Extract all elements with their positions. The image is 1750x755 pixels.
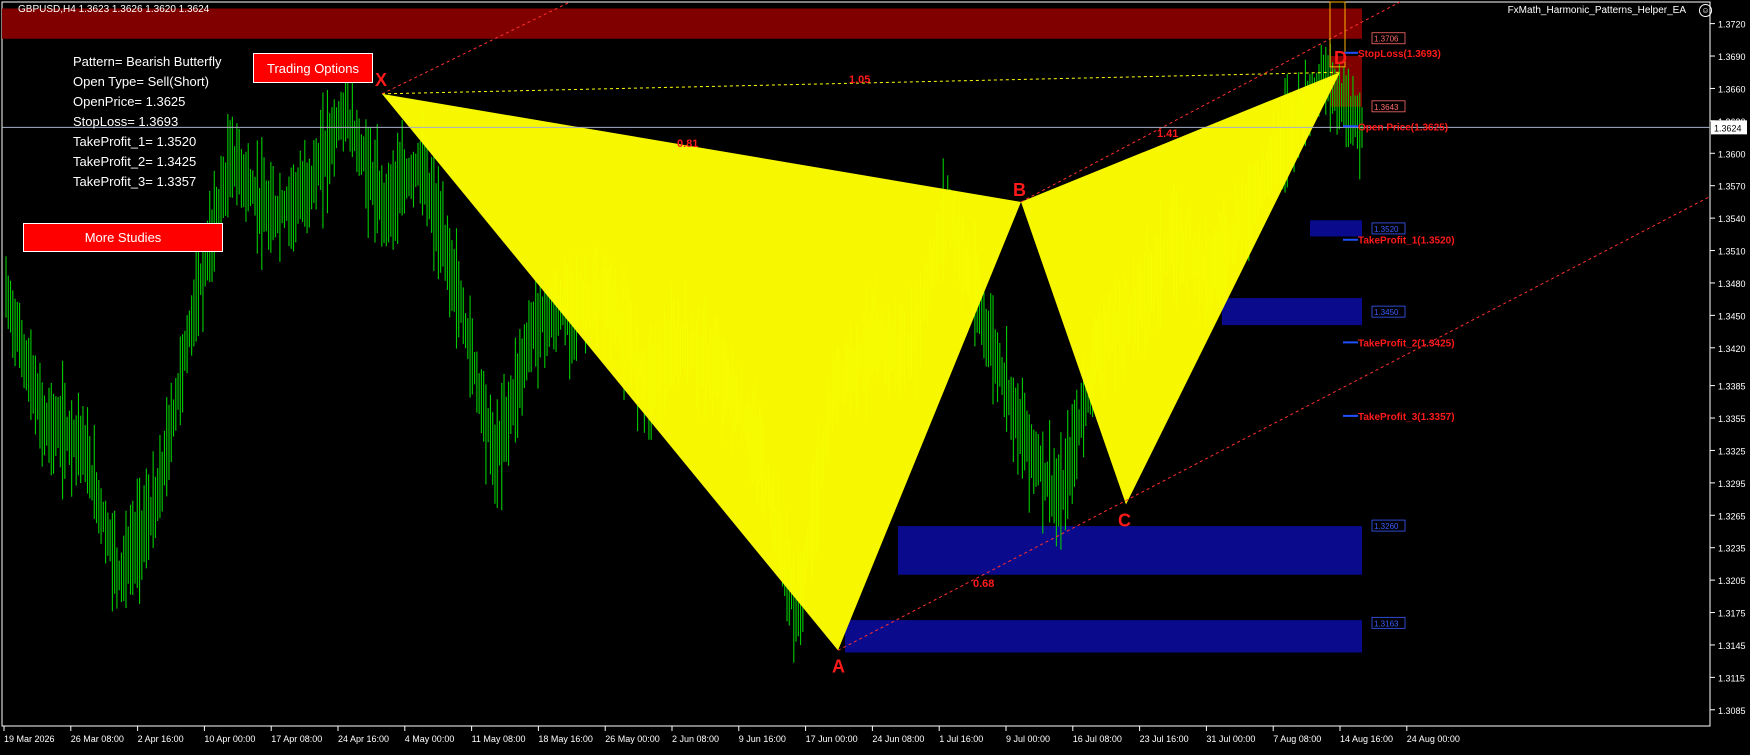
pattern-point-b: B	[1013, 180, 1026, 200]
y-tick-label: 1.3145	[1718, 641, 1746, 651]
x-tick-label: 2 Apr 16:00	[138, 734, 184, 744]
level-label: StopLoss(1.3693)	[1358, 49, 1441, 60]
ratio-label: 1.41	[1157, 128, 1178, 140]
x-tick-label: 2 Jun 08:00	[672, 734, 719, 744]
open-price: OpenPrice= 1.3625	[73, 94, 186, 109]
y-tick-label: 1.3235	[1718, 544, 1746, 554]
level-label: TakeProfit_3(1.3357)	[1358, 412, 1455, 423]
pattern-info-panel: Pattern= Bearish Butterfly Open Type= Se…	[73, 52, 222, 192]
open-type: Open Type= Sell(Short)	[73, 74, 209, 89]
take-profit-3: TakeProfit_3= 1.3357	[73, 174, 197, 189]
level-label: TakeProfit_2(1.3425)	[1358, 338, 1455, 349]
x-tick-label: 10 Apr 00:00	[204, 734, 255, 744]
x-tick-label: 18 May 16:00	[538, 734, 593, 744]
y-tick-label: 1.3630	[1718, 117, 1746, 127]
x-tick-label: 31 Jul 00:00	[1206, 734, 1255, 744]
y-tick-label: 1.3510	[1718, 247, 1746, 257]
x-tick-label: 23 Jul 16:00	[1140, 734, 1189, 744]
x-tick-label: 24 Aug 00:00	[1407, 734, 1460, 744]
pattern-point-a: A	[832, 656, 845, 676]
x-tick-label: 7 Aug 08:00	[1273, 734, 1321, 744]
x-tick-label: 9 Jul 00:00	[1006, 734, 1050, 744]
zone-price-tag: 1.3643	[1374, 103, 1399, 112]
zone-price-tag: 1.3260	[1374, 522, 1399, 531]
y-tick-label: 1.3690	[1718, 52, 1746, 62]
y-tick-label: 1.3540	[1718, 214, 1746, 224]
smiley-icon[interactable]: ☺	[1699, 4, 1712, 17]
y-tick-label: 1.3115	[1718, 673, 1745, 683]
y-tick-label: 1.3420	[1718, 344, 1746, 354]
ratio-label: 0.68	[973, 578, 994, 590]
target-zone	[1310, 220, 1362, 237]
y-tick-label: 1.3720	[1718, 20, 1746, 30]
x-tick-label: 17 Apr 08:00	[271, 734, 322, 744]
y-tick-label: 1.3355	[1718, 414, 1746, 424]
x-tick-label: 24 Apr 16:00	[338, 734, 389, 744]
x-tick-label: 26 Mar 08:00	[71, 734, 124, 744]
target-zone	[898, 526, 1362, 575]
zone-price-tag: 1.3163	[1374, 619, 1399, 628]
y-tick-label: 1.3295	[1718, 479, 1746, 489]
pattern-point-x: X	[375, 70, 387, 90]
x-tick-label: 11 May 08:00	[472, 734, 526, 744]
level-label: Open Price(1.3625)	[1358, 122, 1448, 133]
zone-price-tag: 1.3706	[1374, 35, 1399, 44]
price-chart[interactable]: 1.3706 1.3643 1.3520 1.3450 1.3260 1.3163 1.3…	[0, 0, 1750, 750]
x-tick-label: 9 Jun 16:00	[739, 734, 786, 744]
ea-name: FxMath_Harmonic_Patterns_Helper_EA	[1507, 5, 1686, 16]
y-tick-label: 1.3450	[1718, 311, 1746, 321]
y-tick-label: 1.3480	[1718, 279, 1746, 289]
x-tick-label: 16 Jul 08:00	[1073, 734, 1122, 744]
x-tick-label: 1 Jul 16:00	[939, 734, 983, 744]
target-zone	[845, 620, 1362, 653]
chart-root: 1.3706 1.3643 1.3520 1.3450 1.3260 1.3163 1.3…	[0, 0, 1750, 750]
take-profit-1: TakeProfit_1= 1.3520	[73, 134, 197, 149]
x-tick-label: 17 Jun 00:00	[806, 734, 858, 744]
y-tick-label: 1.3600	[1718, 149, 1746, 159]
trading-options-button[interactable]: Trading Options	[253, 53, 373, 83]
x-tick-label: 26 May 00:00	[605, 734, 660, 744]
pattern-point-d: D	[1334, 48, 1347, 68]
target-zone	[1222, 298, 1362, 326]
zone-price-tag: 1.3450	[1374, 308, 1399, 317]
x-tick-label: 19 Mar 2026	[4, 734, 55, 744]
x-axis: 19 Mar 2026 26 Mar 08:00 2 Apr 16:00 10 Apr…	[3, 726, 1460, 744]
ratio-label: 1.05	[849, 74, 870, 86]
y-tick-label: 1.3385	[1718, 382, 1746, 392]
more-studies-button[interactable]: More Studies	[23, 223, 223, 252]
x-tick-label: 4 May 00:00	[405, 734, 455, 744]
x-tick-label: 14 Aug 16:00	[1340, 734, 1393, 744]
x-tick-label: 24 Jun 08:00	[872, 734, 924, 744]
level-label: TakeProfit_1(1.3520)	[1358, 236, 1455, 247]
stop-loss: StopLoss= 1.3693	[73, 114, 179, 129]
y-tick-label: 1.3265	[1718, 511, 1746, 521]
y-tick-label: 1.3175	[1718, 609, 1746, 619]
pattern-point-c: C	[1118, 510, 1131, 530]
take-profit-2: TakeProfit_2= 1.3425	[73, 154, 197, 169]
y-tick-label: 1.3660	[1718, 84, 1746, 94]
y-tick-label: 1.3325	[1718, 446, 1746, 456]
zone-price-tag: 1.3520	[1374, 225, 1399, 234]
ratio-label: 0.81	[677, 138, 698, 150]
pattern-name: Pattern= Bearish Butterfly	[73, 54, 222, 69]
y-tick-label: 1.3085	[1718, 706, 1746, 716]
y-tick-label: 1.3570	[1718, 182, 1746, 192]
y-tick-label: 1.3205	[1718, 576, 1746, 586]
symbol-info: GBPUSD,H4 1.3623 1.3626 1.3620 1.3624	[18, 4, 210, 15]
